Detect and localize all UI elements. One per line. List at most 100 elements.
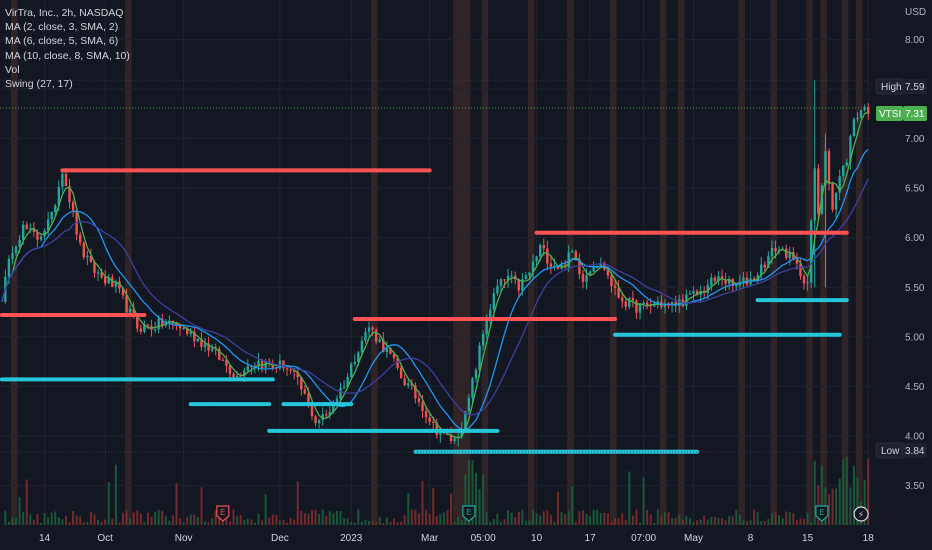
candle-body <box>14 246 18 254</box>
lightning-glyph: ⚡ <box>858 511 864 521</box>
volume-bar <box>803 519 806 525</box>
volume-bar <box>407 493 410 525</box>
earnings-glyph: E <box>220 508 225 517</box>
volume-bar <box>756 512 759 525</box>
volume-bar <box>792 513 795 525</box>
candle-body <box>64 173 68 187</box>
volume-bar <box>129 518 132 525</box>
volume-bar <box>282 519 285 525</box>
candle-body <box>182 328 185 330</box>
volume-bar <box>264 494 267 525</box>
volume-bar <box>425 509 428 525</box>
volume-bar <box>207 522 210 525</box>
volume-bar <box>54 511 57 525</box>
volume-bar <box>343 518 346 525</box>
legend-indicator-ma-6[interactable]: MA (6, close, 5, SMA, 6) <box>5 34 130 48</box>
volume-bar <box>567 510 570 525</box>
candle-body <box>735 285 738 287</box>
candle-body <box>203 343 207 348</box>
candle-body <box>763 264 767 268</box>
volume-bar <box>72 511 75 525</box>
candle-body <box>535 256 538 262</box>
session-band <box>856 0 863 525</box>
volume-bar <box>489 521 492 525</box>
volume-bar <box>524 520 527 525</box>
candle-body <box>467 397 471 412</box>
volume-bar <box>685 515 688 525</box>
candle-body <box>742 277 745 282</box>
candle-body <box>692 290 695 294</box>
volume-bar <box>100 521 103 525</box>
volume-bar <box>560 512 563 525</box>
price-tick-label: 6.50 <box>905 184 925 195</box>
candle-body <box>18 239 21 247</box>
volume-bar <box>460 520 463 525</box>
legend-title[interactable]: VirTra, Inc., 2h, NASDAQ <box>5 6 130 20</box>
volume-bar <box>417 513 420 525</box>
volume-bar <box>4 510 7 525</box>
session-band <box>841 0 849 525</box>
legend-indicator-ma-10[interactable]: MA (10, close, 8, SMA, 10) <box>5 49 130 63</box>
candle-body <box>585 274 588 282</box>
volume-bar <box>767 519 770 525</box>
volume-bar <box>763 520 766 525</box>
volume-bar <box>239 514 242 525</box>
volume-bar <box>642 477 645 525</box>
volume-bar <box>314 509 317 525</box>
volume-bar <box>753 509 756 525</box>
price-chart[interactable]: 8.007.507.006.506.005.505.004.504.003.50… <box>0 0 932 550</box>
candle-body <box>153 329 157 331</box>
volume-bar <box>428 513 431 525</box>
price-tick-label: 3.50 <box>905 481 925 492</box>
volume-bar <box>624 519 627 525</box>
volume-bar <box>368 520 371 525</box>
volume-bar <box>364 519 367 525</box>
volume-bar <box>760 521 763 525</box>
volume-bar <box>549 514 552 525</box>
candle-body <box>378 339 381 342</box>
volume-bar <box>303 513 306 525</box>
low-badge-value: 3.84 <box>905 446 925 457</box>
candle-body <box>831 183 834 210</box>
time-tick-label: 10 <box>531 533 543 544</box>
legend-indicator-swing[interactable]: Swing (27, 17) <box>5 77 130 91</box>
volume-bar <box>610 521 613 525</box>
volume-bar <box>731 516 734 525</box>
candle-body <box>528 272 531 276</box>
candle-body <box>364 331 367 341</box>
volume-bar <box>89 512 92 525</box>
session-band <box>609 0 617 525</box>
volume-bar <box>674 517 677 525</box>
volume-bar <box>293 519 296 525</box>
volume-bar <box>671 518 674 525</box>
candle-body <box>25 224 28 230</box>
candle-body <box>638 303 642 313</box>
volume-bar <box>799 518 802 525</box>
candle-body <box>79 234 82 243</box>
volume-bar <box>289 517 292 525</box>
volume-bar <box>64 515 67 525</box>
candle-body <box>481 333 485 346</box>
candle-body <box>439 433 442 435</box>
volume-bar <box>770 513 773 525</box>
time-tick-label: 17 <box>585 533 597 544</box>
volume-bar <box>350 521 353 525</box>
session-band <box>770 0 778 525</box>
volume-bar <box>496 514 499 525</box>
volume-bar <box>11 517 14 525</box>
time-tick-label: 8 <box>748 533 754 544</box>
candle-body <box>360 340 364 353</box>
legend-indicator-ma-2[interactable]: MA (2, close, 3, SMA, 2) <box>5 20 130 34</box>
legend-indicator-volume[interactable]: Vol <box>5 63 130 77</box>
candle-body <box>421 402 424 411</box>
candle-body <box>314 416 317 424</box>
session-band <box>481 0 489 525</box>
volume-bar <box>835 488 838 525</box>
volume-bar <box>79 516 82 525</box>
volume-bar <box>253 522 256 525</box>
volume-bar <box>574 521 577 525</box>
volume-bar <box>503 519 506 525</box>
volume-bar <box>699 519 702 525</box>
volume-bar <box>82 522 85 525</box>
earnings-glyph: E <box>466 508 471 517</box>
